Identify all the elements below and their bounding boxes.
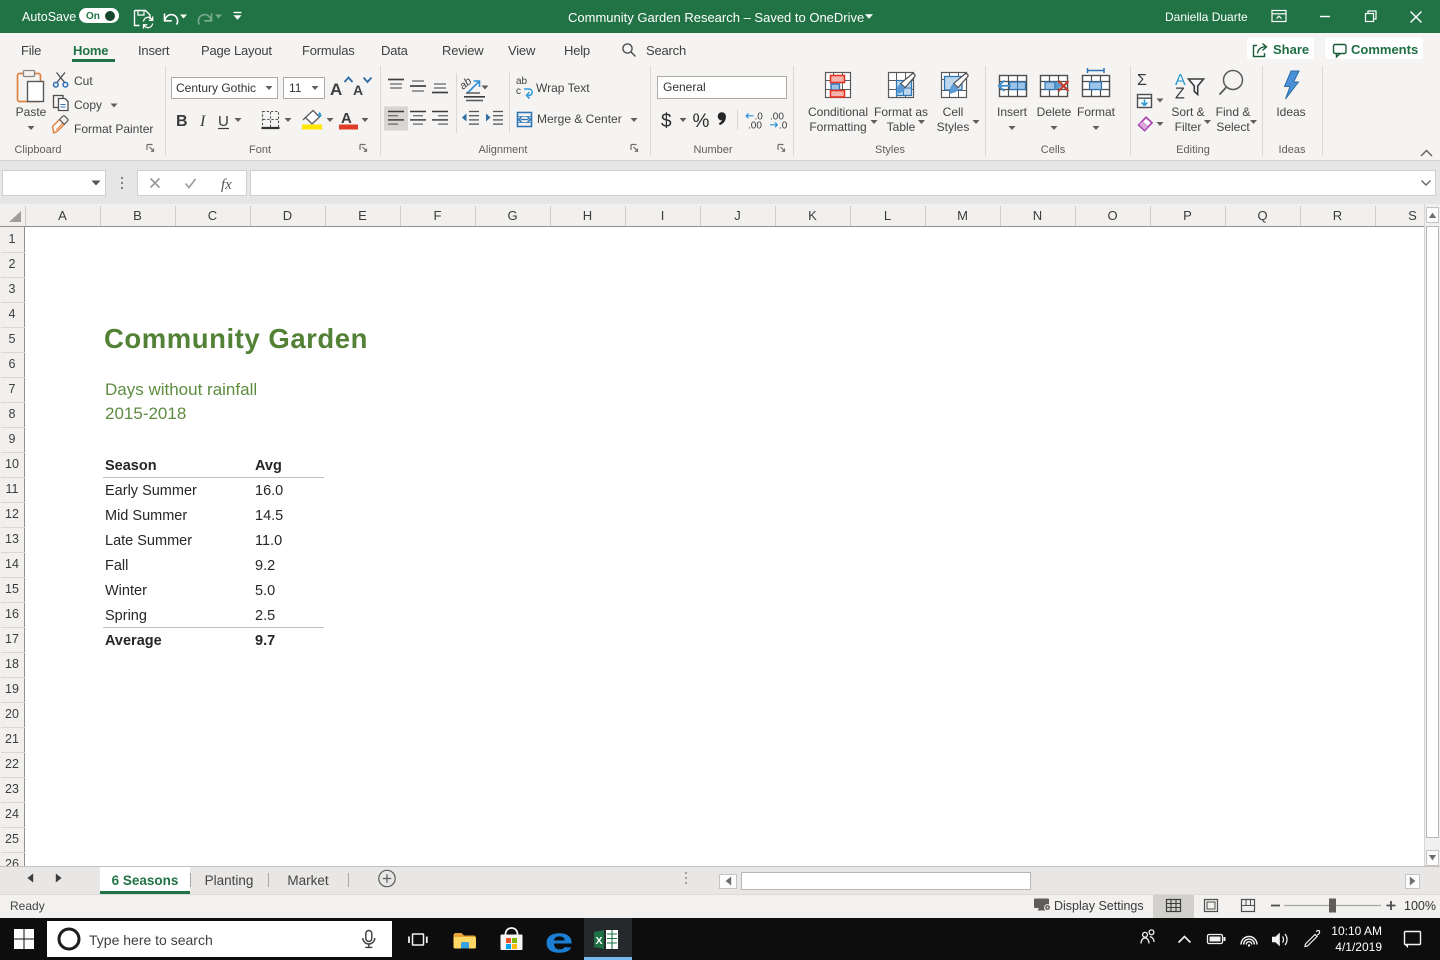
svg-text:.00: .00	[748, 121, 762, 132]
svg-text:A: A	[341, 110, 352, 127]
svg-text:c: c	[516, 86, 521, 97]
svg-text:A: A	[353, 82, 363, 98]
svg-text:I: I	[199, 113, 206, 130]
svg-text:%: %	[693, 111, 710, 132]
svg-text:U: U	[218, 113, 229, 130]
svg-text:B: B	[176, 113, 188, 130]
svg-text:e: e	[545, 920, 574, 960]
svg-text:fx: fx	[221, 177, 232, 193]
svg-text:A: A	[330, 80, 342, 99]
svg-text:.0: .0	[779, 121, 788, 132]
svg-text:Σ: Σ	[1137, 72, 1147, 89]
svg-text:Z: Z	[1175, 86, 1185, 103]
svg-text:X: X	[596, 935, 603, 947]
svg-text:$: $	[661, 111, 672, 132]
